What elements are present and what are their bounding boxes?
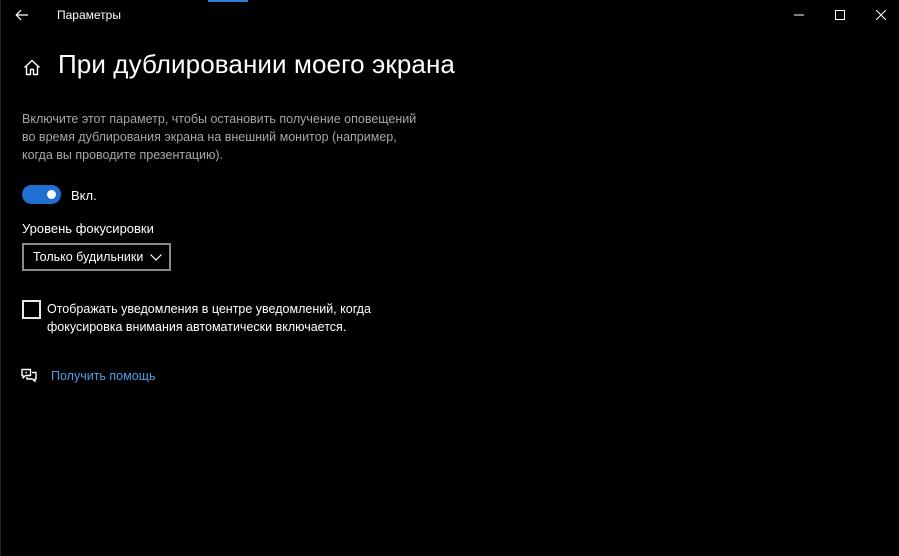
show-notifications-checkbox[interactable] [22,300,41,319]
focus-level-label: Уровень фокусировки [22,221,154,236]
back-button[interactable] [10,3,34,27]
home-icon [24,59,40,75]
focus-level-selected: Только будильники [33,250,144,264]
show-notifications-label: Отображать уведомления в центре уведомле… [47,302,371,334]
app-title: Параметры [57,8,121,22]
settings-window: Параметры При дублировании моего экрана … [0,0,899,556]
close-button[interactable] [858,0,899,30]
minimize-icon [793,14,804,16]
toggle-state-label: Вкл. [71,188,97,203]
help-chat-icon[interactable] [20,367,38,385]
get-help-link[interactable]: Получить помощь [51,369,155,383]
back-arrow-icon [15,9,28,21]
toggle-knob [47,190,56,199]
page-title: При дублировании моего экрана [58,49,455,79]
close-icon [875,10,886,20]
focus-level-dropdown[interactable]: Только будильники [22,243,171,271]
maximize-icon [834,10,845,20]
home-button[interactable] [20,55,44,79]
minimize-button[interactable] [776,0,821,30]
description-text: Включите этот параметр, чтобы остановить… [22,112,417,162]
maximize-button[interactable] [817,0,862,30]
window-edge [0,0,1,556]
title-bar: Параметры [0,0,899,30]
chevron-down-icon [150,254,162,261]
duplicate-screen-toggle[interactable] [22,185,61,204]
